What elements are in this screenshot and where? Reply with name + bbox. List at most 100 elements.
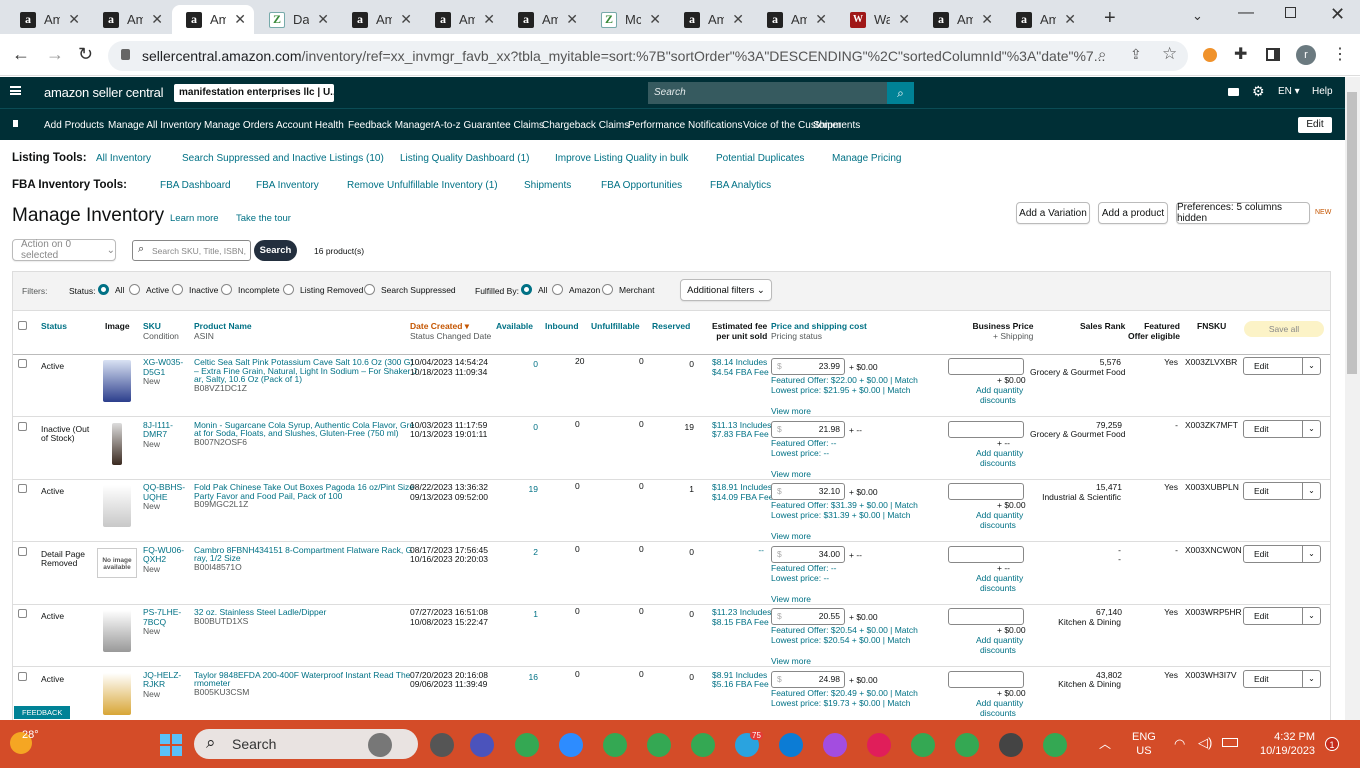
bookmark-star-icon[interactable]: ☆ bbox=[1162, 44, 1177, 64]
browser-tab[interactable]: W Wa ✕ bbox=[836, 5, 918, 34]
price-input[interactable]: 32.10 bbox=[771, 483, 845, 500]
filter-option-label[interactable]: Amazon bbox=[569, 285, 600, 295]
filter-option-label[interactable]: Incomplete bbox=[238, 285, 280, 295]
nav-item[interactable]: Add Products bbox=[44, 120, 104, 131]
listing-tool-link[interactable]: All Inventory bbox=[96, 153, 151, 164]
chevron-down-icon[interactable]: ⌄ bbox=[1302, 483, 1320, 499]
row-discounts[interactable]: discounts bbox=[980, 458, 1016, 469]
filter-option-label[interactable]: Listing Removed bbox=[300, 285, 363, 295]
account-switcher[interactable]: manifestation enterprises llc | U... bbox=[174, 84, 334, 102]
row-edit-button[interactable]: Edit ⌄ bbox=[1243, 419, 1321, 438]
row-edit-button[interactable]: Edit ⌄ bbox=[1243, 482, 1321, 500]
row-edit-button[interactable]: Edit ⌄ bbox=[1243, 544, 1321, 563]
filter-option-label[interactable]: Merchant bbox=[619, 285, 654, 295]
tab-close-icon[interactable]: ✕ bbox=[317, 11, 329, 28]
fba-tool-link[interactable]: Remove Unfulfillable Inventory (1) bbox=[347, 180, 498, 191]
business-price-input[interactable] bbox=[948, 608, 1024, 625]
nav-item[interactable]: A-to-z Guarantee Claims bbox=[434, 120, 544, 131]
row-view-more[interactable]: View more bbox=[771, 594, 811, 605]
browser-tab[interactable]: Z Da ✕ bbox=[255, 5, 337, 34]
nav-item[interactable]: Manage All Inventory bbox=[108, 120, 201, 131]
price-input[interactable]: 20.55 bbox=[771, 608, 845, 625]
filter-option-label[interactable]: Active bbox=[146, 285, 169, 295]
row-view-more[interactable]: View more bbox=[771, 469, 811, 480]
business-price-input[interactable] bbox=[948, 670, 1024, 688]
nav-item[interactable]: Feedback Manager bbox=[348, 120, 434, 131]
zoom-icon[interactable]: ⌕ bbox=[1098, 46, 1106, 63]
chrome-icon[interactable] bbox=[1043, 733, 1067, 757]
filter-radio[interactable] bbox=[98, 284, 109, 295]
col-unfulfillable[interactable]: Unfulfillable bbox=[591, 321, 640, 331]
tab-close-icon[interactable]: ✕ bbox=[483, 11, 495, 28]
product-thumbnail[interactable] bbox=[103, 672, 131, 715]
notification-badge[interactable]: 1 bbox=[1325, 737, 1339, 751]
tray-language[interactable]: ENG US bbox=[1132, 730, 1156, 758]
business-price-input[interactable] bbox=[948, 358, 1024, 375]
header-search-button[interactable]: ⌕ bbox=[887, 82, 914, 104]
listing-tool-link[interactable]: Potential Duplicates bbox=[716, 153, 804, 164]
tab-close-icon[interactable]: ✕ bbox=[815, 11, 827, 28]
inventory-search-button[interactable]: Search bbox=[254, 240, 297, 261]
scrollbar-thumb[interactable] bbox=[1347, 92, 1357, 374]
clock[interactable]: 4:32 PM 10/19/2023 bbox=[1260, 730, 1315, 758]
chevron-down-icon[interactable]: ⌄ bbox=[1302, 420, 1320, 437]
slack-icon[interactable] bbox=[867, 733, 891, 757]
volume-icon[interactable]: ◁) bbox=[1198, 735, 1212, 751]
tab-close-icon[interactable]: ✕ bbox=[234, 11, 246, 28]
col-reserved[interactable]: Reserved bbox=[652, 321, 690, 331]
row-available[interactable]: 2 bbox=[518, 547, 538, 558]
select-all-checkbox[interactable] bbox=[18, 321, 27, 330]
business-price-input[interactable] bbox=[948, 483, 1024, 500]
tab-search-icon[interactable]: ⌄ bbox=[1192, 8, 1203, 24]
row-checkbox[interactable] bbox=[18, 609, 27, 618]
fba-tool-link[interactable]: FBA Opportunities bbox=[601, 180, 682, 191]
puzzle-icon[interactable]: ✚ bbox=[1234, 44, 1247, 64]
filter-radio[interactable] bbox=[221, 284, 232, 295]
tab-close-icon[interactable]: ✕ bbox=[400, 11, 412, 28]
add-variation-button[interactable]: Add a Variation bbox=[1016, 202, 1090, 224]
listing-tool-link[interactable]: Listing Quality Dashboard (1) bbox=[400, 153, 530, 164]
row-discounts[interactable]: discounts bbox=[980, 583, 1016, 594]
row-view-more[interactable]: View more bbox=[771, 656, 811, 667]
browser-tab[interactable]: a Am ✕ bbox=[338, 5, 420, 34]
row-discounts[interactable]: discounts bbox=[980, 520, 1016, 531]
row-view-more[interactable]: View more bbox=[771, 531, 811, 542]
learn-more-link[interactable]: Learn more bbox=[170, 213, 219, 224]
settings-gear-icon[interactable]: ⚙ bbox=[1252, 83, 1265, 100]
chevron-down-icon[interactable]: ⌄ bbox=[1302, 545, 1320, 562]
video-call-icon[interactable] bbox=[470, 733, 494, 757]
lock-icon[interactable] bbox=[121, 49, 130, 60]
filter-radio[interactable] bbox=[129, 284, 140, 295]
nav-item[interactable]: Performance Notifications bbox=[628, 120, 743, 131]
col-product[interactable]: Product Name ASIN bbox=[194, 321, 252, 341]
row-checkbox[interactable] bbox=[18, 359, 27, 368]
chevron-down-icon[interactable]: ⌄ bbox=[1302, 358, 1320, 374]
price-input[interactable]: 34.00 bbox=[771, 545, 845, 563]
col-available[interactable]: Available bbox=[496, 321, 533, 331]
bookmark-icon[interactable] bbox=[13, 120, 18, 127]
row-available[interactable]: 19 bbox=[518, 484, 538, 495]
browser-tab[interactable]: a Am ✕ bbox=[504, 5, 586, 34]
row-discounts[interactable]: discounts bbox=[980, 708, 1016, 719]
col-date[interactable]: Date Created ▾ Status Changed Date bbox=[410, 321, 491, 341]
browser-tab[interactable]: a Am ✕ bbox=[919, 5, 1001, 34]
row-add-quantity[interactable]: Add quantity bbox=[976, 573, 1023, 584]
bulk-action-dropdown[interactable]: Action on 0 selected ⌄ bbox=[12, 239, 116, 261]
filter-radio[interactable] bbox=[602, 284, 613, 295]
col-price[interactable]: Price and shipping cost Pricing status bbox=[771, 321, 867, 341]
tab-close-icon[interactable]: ✕ bbox=[898, 11, 910, 28]
tab-close-icon[interactable]: ✕ bbox=[649, 11, 661, 28]
additional-filters-button[interactable]: Additional filters ⌄ bbox=[680, 279, 772, 301]
tray-chevron-icon[interactable]: ︿ bbox=[1099, 735, 1111, 752]
row-view-more[interactable]: View more bbox=[771, 406, 811, 417]
filter-radio[interactable] bbox=[521, 284, 532, 295]
col-status[interactable]: Status bbox=[41, 321, 67, 331]
row-add-quantity[interactable]: Add quantity bbox=[976, 448, 1023, 459]
share-icon[interactable]: ⇪ bbox=[1130, 46, 1142, 63]
row-edit-button[interactable]: Edit ⌄ bbox=[1243, 607, 1321, 625]
mail-icon[interactable] bbox=[1228, 88, 1239, 96]
filter-option-label[interactable]: Inactive bbox=[189, 285, 218, 295]
price-input[interactable]: 21.98 bbox=[771, 420, 845, 438]
row-available[interactable]: 0 bbox=[518, 422, 538, 433]
row-add-quantity[interactable]: Add quantity bbox=[976, 698, 1023, 709]
